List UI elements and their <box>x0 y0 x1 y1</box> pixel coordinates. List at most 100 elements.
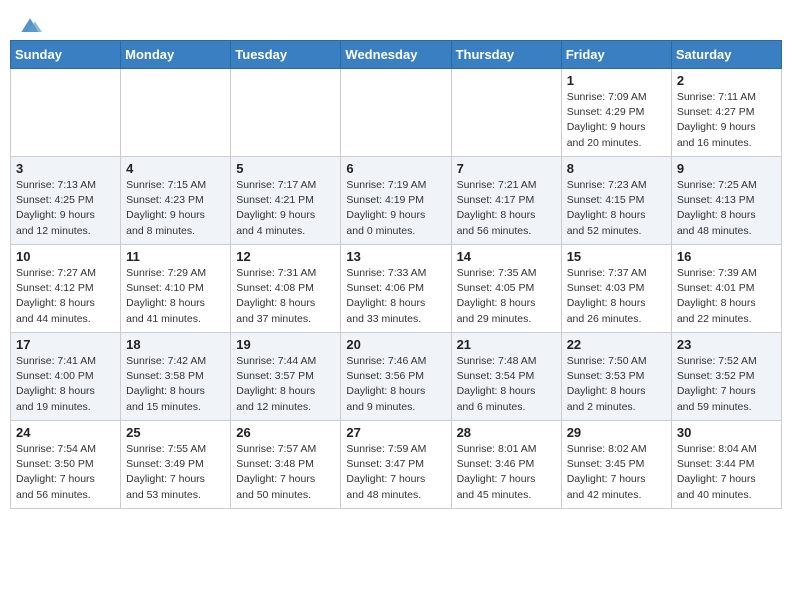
day-cell-22: 22 Sunrise: 7:50 AM Sunset: 3:53 PM Dayli… <box>561 333 671 421</box>
day-number: 26 <box>236 425 335 440</box>
page-header <box>10 10 782 36</box>
day-number: 9 <box>677 161 776 176</box>
day-info: Sunrise: 7:11 AM Sunset: 4:27 PM Dayligh… <box>677 90 776 151</box>
day-info: Sunrise: 7:39 AM Sunset: 4:01 PM Dayligh… <box>677 266 776 327</box>
day-number: 25 <box>126 425 225 440</box>
week-row-1: 1Sunrise: 7:09 AM Sunset: 4:29 PM Daylig… <box>11 69 782 157</box>
weekday-header-wednesday: Wednesday <box>341 41 451 69</box>
day-info: Sunrise: 7:46 AM Sunset: 3:56 PM Dayligh… <box>346 354 445 415</box>
day-number: 10 <box>16 249 115 264</box>
day-number: 2 <box>677 73 776 88</box>
weekday-header-sunday: Sunday <box>11 41 121 69</box>
day-info: Sunrise: 7:55 AM Sunset: 3:49 PM Dayligh… <box>126 442 225 503</box>
day-cell-14: 14 Sunrise: 7:35 AM Sunset: 4:05 PM Dayli… <box>451 245 561 333</box>
day-cell-27: 27Sunrise: 7:59 AM Sunset: 3:47 PM Dayli… <box>341 421 451 509</box>
day-number: 23 <box>677 337 776 352</box>
day-number: 20 <box>346 337 445 352</box>
logo <box>14 16 42 36</box>
day-info: Sunrise: 8:02 AM Sunset: 3:45 PM Dayligh… <box>567 442 666 503</box>
day-cell-5: 5 Sunrise: 7:17 AM Sunset: 4:21 PM Daylig… <box>231 157 341 245</box>
empty-cell <box>11 69 121 157</box>
day-cell-21: 21 Sunrise: 7:48 AM Sunset: 3:54 PM Dayli… <box>451 333 561 421</box>
day-cell-18: 18 Sunrise: 7:42 AM Sunset: 3:58 PM Dayli… <box>121 333 231 421</box>
day-number: 17 <box>16 337 115 352</box>
day-cell-20: 20 Sunrise: 7:46 AM Sunset: 3:56 PM Dayli… <box>341 333 451 421</box>
day-number: 16 <box>677 249 776 264</box>
day-number: 28 <box>457 425 556 440</box>
day-info: Sunrise: 7:48 AM Sunset: 3:54 PM Dayligh… <box>457 354 556 415</box>
day-info: Sunrise: 7:21 AM Sunset: 4:17 PM Dayligh… <box>457 178 556 239</box>
weekday-header-friday: Friday <box>561 41 671 69</box>
day-number: 27 <box>346 425 445 440</box>
day-info: Sunrise: 8:01 AM Sunset: 3:46 PM Dayligh… <box>457 442 556 503</box>
day-cell-6: 6 Sunrise: 7:19 AM Sunset: 4:19 PM Daylig… <box>341 157 451 245</box>
day-cell-4: 4 Sunrise: 7:15 AM Sunset: 4:23 PM Daylig… <box>121 157 231 245</box>
day-cell-30: 30 Sunrise: 8:04 AM Sunset: 3:44 PM Dayli… <box>671 421 781 509</box>
day-info: Sunrise: 7:35 AM Sunset: 4:05 PM Dayligh… <box>457 266 556 327</box>
day-info: Sunrise: 7:17 AM Sunset: 4:21 PM Dayligh… <box>236 178 335 239</box>
day-info: Sunrise: 7:54 AM Sunset: 3:50 PM Dayligh… <box>16 442 115 503</box>
day-number: 3 <box>16 161 115 176</box>
day-cell-13: 13Sunrise: 7:33 AM Sunset: 4:06 PM Dayli… <box>341 245 451 333</box>
day-number: 5 <box>236 161 335 176</box>
day-cell-29: 29Sunrise: 8:02 AM Sunset: 3:45 PM Dayli… <box>561 421 671 509</box>
weekday-header-saturday: Saturday <box>671 41 781 69</box>
day-info: Sunrise: 7:13 AM Sunset: 4:25 PM Dayligh… <box>16 178 115 239</box>
day-info: Sunrise: 8:04 AM Sunset: 3:44 PM Dayligh… <box>677 442 776 503</box>
day-number: 19 <box>236 337 335 352</box>
day-cell-28: 28 Sunrise: 8:01 AM Sunset: 3:46 PM Dayli… <box>451 421 561 509</box>
calendar-table: SundayMondayTuesdayWednesdayThursdayFrid… <box>10 40 782 509</box>
day-number: 6 <box>346 161 445 176</box>
day-info: Sunrise: 7:27 AM Sunset: 4:12 PM Dayligh… <box>16 266 115 327</box>
logo-icon <box>18 16 42 36</box>
day-number: 4 <box>126 161 225 176</box>
day-info: Sunrise: 7:37 AM Sunset: 4:03 PM Dayligh… <box>567 266 666 327</box>
weekday-header-thursday: Thursday <box>451 41 561 69</box>
day-number: 1 <box>567 73 666 88</box>
day-info: Sunrise: 7:57 AM Sunset: 3:48 PM Dayligh… <box>236 442 335 503</box>
day-info: Sunrise: 7:42 AM Sunset: 3:58 PM Dayligh… <box>126 354 225 415</box>
empty-cell <box>231 69 341 157</box>
week-row-2: 3 Sunrise: 7:13 AM Sunset: 4:25 PM Daylig… <box>11 157 782 245</box>
day-cell-9: 9Sunrise: 7:25 AM Sunset: 4:13 PM Daylig… <box>671 157 781 245</box>
day-info: Sunrise: 7:31 AM Sunset: 4:08 PM Dayligh… <box>236 266 335 327</box>
day-number: 22 <box>567 337 666 352</box>
day-number: 30 <box>677 425 776 440</box>
day-number: 12 <box>236 249 335 264</box>
day-cell-15: 15Sunrise: 7:37 AM Sunset: 4:03 PM Dayli… <box>561 245 671 333</box>
day-cell-17: 17 Sunrise: 7:41 AM Sunset: 4:00 PM Dayli… <box>11 333 121 421</box>
empty-cell <box>451 69 561 157</box>
day-number: 8 <box>567 161 666 176</box>
week-row-3: 10 Sunrise: 7:27 AM Sunset: 4:12 PM Dayli… <box>11 245 782 333</box>
weekday-header-row: SundayMondayTuesdayWednesdayThursdayFrid… <box>11 41 782 69</box>
day-cell-1: 1Sunrise: 7:09 AM Sunset: 4:29 PM Daylig… <box>561 69 671 157</box>
empty-cell <box>341 69 451 157</box>
day-info: Sunrise: 7:29 AM Sunset: 4:10 PM Dayligh… <box>126 266 225 327</box>
weekday-header-tuesday: Tuesday <box>231 41 341 69</box>
day-info: Sunrise: 7:19 AM Sunset: 4:19 PM Dayligh… <box>346 178 445 239</box>
day-info: Sunrise: 7:50 AM Sunset: 3:53 PM Dayligh… <box>567 354 666 415</box>
day-info: Sunrise: 7:41 AM Sunset: 4:00 PM Dayligh… <box>16 354 115 415</box>
day-number: 24 <box>16 425 115 440</box>
day-info: Sunrise: 7:23 AM Sunset: 4:15 PM Dayligh… <box>567 178 666 239</box>
day-cell-8: 8 Sunrise: 7:23 AM Sunset: 4:15 PM Daylig… <box>561 157 671 245</box>
empty-cell <box>121 69 231 157</box>
day-info: Sunrise: 7:15 AM Sunset: 4:23 PM Dayligh… <box>126 178 225 239</box>
day-info: Sunrise: 7:44 AM Sunset: 3:57 PM Dayligh… <box>236 354 335 415</box>
day-info: Sunrise: 7:33 AM Sunset: 4:06 PM Dayligh… <box>346 266 445 327</box>
day-number: 7 <box>457 161 556 176</box>
day-cell-3: 3 Sunrise: 7:13 AM Sunset: 4:25 PM Daylig… <box>11 157 121 245</box>
weekday-header-monday: Monday <box>121 41 231 69</box>
day-cell-10: 10 Sunrise: 7:27 AM Sunset: 4:12 PM Dayli… <box>11 245 121 333</box>
day-cell-26: 26 Sunrise: 7:57 AM Sunset: 3:48 PM Dayli… <box>231 421 341 509</box>
day-number: 14 <box>457 249 556 264</box>
day-number: 18 <box>126 337 225 352</box>
week-row-4: 17 Sunrise: 7:41 AM Sunset: 4:00 PM Dayli… <box>11 333 782 421</box>
day-cell-16: 16 Sunrise: 7:39 AM Sunset: 4:01 PM Dayli… <box>671 245 781 333</box>
day-number: 21 <box>457 337 556 352</box>
day-cell-19: 19 Sunrise: 7:44 AM Sunset: 3:57 PM Dayli… <box>231 333 341 421</box>
day-cell-12: 12 Sunrise: 7:31 AM Sunset: 4:08 PM Dayli… <box>231 245 341 333</box>
day-info: Sunrise: 7:52 AM Sunset: 3:52 PM Dayligh… <box>677 354 776 415</box>
day-cell-7: 7 Sunrise: 7:21 AM Sunset: 4:17 PM Daylig… <box>451 157 561 245</box>
week-row-5: 24 Sunrise: 7:54 AM Sunset: 3:50 PM Dayli… <box>11 421 782 509</box>
